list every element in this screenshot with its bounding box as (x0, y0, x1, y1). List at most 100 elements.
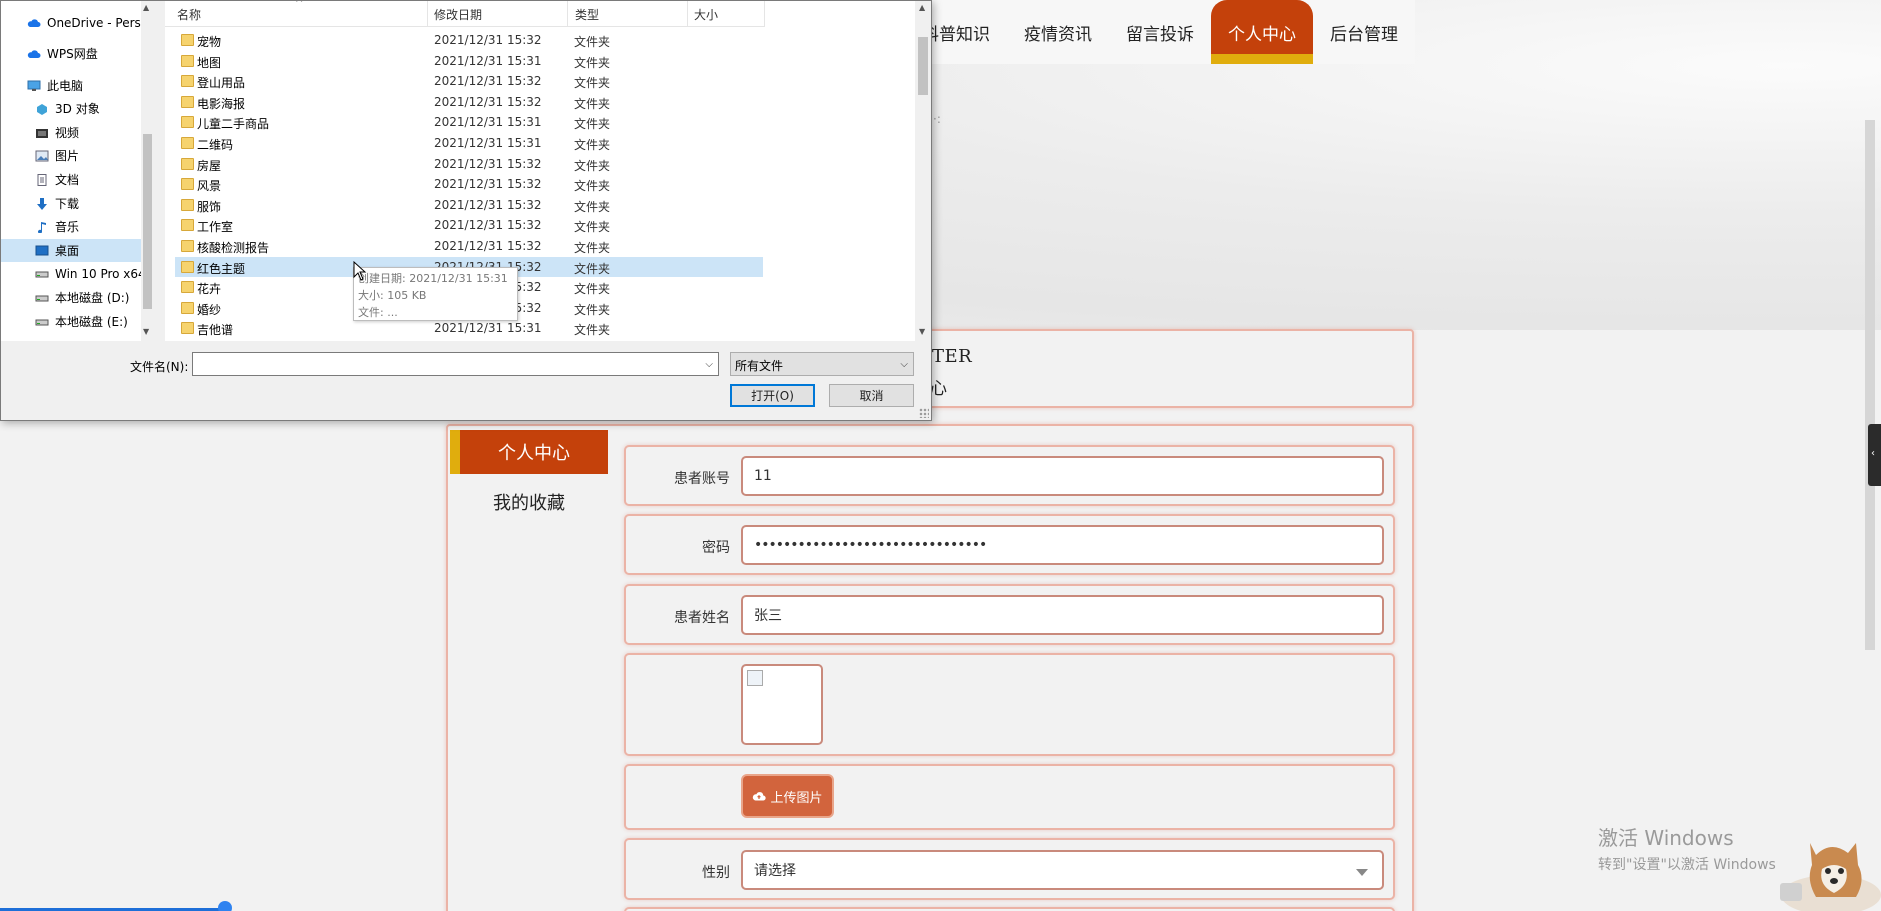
tree-item-label: 3D 对象 (55, 102, 100, 116)
dog-mascot-icon (1780, 843, 1881, 911)
file-date: 2021/12/31 15:32 (434, 156, 542, 171)
tree-item-label: 此电脑 (47, 79, 84, 93)
filename-input[interactable]: ⌵ (192, 352, 719, 376)
file-type: 文件夹 (574, 96, 611, 111)
scroll-up-icon[interactable]: ▲ (919, 3, 925, 12)
chevron-down-icon[interactable]: ⌵ (705, 359, 713, 370)
filetype-select[interactable]: 所有文件 ⌵ (730, 352, 914, 376)
tree-item[interactable]: 本地磁盘 (E:) (1, 310, 141, 333)
mouse-cursor-icon (353, 261, 367, 281)
activation-title: 激活 Windows (1598, 826, 1734, 850)
tree-item[interactable]: 图片 (1, 144, 141, 167)
tree-item[interactable]: 视频 (1, 121, 141, 144)
sidemenu-personal-center[interactable]: 个人中心 (450, 430, 608, 474)
nav-admin[interactable]: 后台管理 (1313, 0, 1415, 64)
file-tooltip: 创建日期: 2021/12/31 15:31 大小: 105 KB 文件: ..… (353, 267, 518, 321)
file-list-scrollbar[interactable]: ▲ ▼ (915, 1, 931, 341)
tree-item[interactable]: 3D 对象 (1, 97, 141, 120)
tree-item[interactable]: 桌面 (1, 239, 141, 262)
tree-item[interactable]: 此电脑 (1, 74, 141, 97)
file-row[interactable]: 儿童二手商品 2021/12/31 15:31 文件夹 (175, 112, 763, 132)
file-row[interactable]: 服饰 2021/12/31 15:32 文件夹 (175, 195, 763, 215)
file-row[interactable]: 风景 2021/12/31 15:32 文件夹 (175, 174, 763, 194)
tree-item-label: Win 10 Pro x64 (55, 266, 146, 281)
resize-grip-icon[interactable] (919, 408, 929, 418)
file-row[interactable]: 电影海报 2021/12/31 15:32 文件夹 (175, 92, 763, 112)
column-type[interactable]: 类型 (575, 6, 599, 23)
file-row[interactable]: 吉他谱 2021/12/31 15:31 文件夹 (175, 318, 763, 338)
tree-scroll-thumb[interactable] (143, 134, 152, 309)
file-type: 文件夹 (574, 76, 611, 91)
folder-icon (181, 301, 194, 314)
column-modified[interactable]: 修改日期 (434, 6, 482, 23)
file-name: 电影海报 (197, 96, 246, 111)
page-scrollbar[interactable] (1865, 120, 1875, 650)
tree-item-label: 视频 (55, 126, 80, 140)
file-date: 2021/12/31 15:32 (434, 177, 542, 192)
tree-item[interactable]: Win 10 Pro x64 (1, 262, 146, 285)
sidemenu-favorites[interactable]: 我的收藏 (450, 480, 608, 524)
open-button[interactable]: 打开(O) (730, 384, 815, 407)
file-type: 文件夹 (574, 241, 611, 255)
tree-item-label: 本地磁盘 (D:) (55, 291, 130, 305)
tree-item[interactable]: 下载 (1, 192, 141, 215)
account-input[interactable]: 11 (741, 456, 1384, 496)
folder-icon (181, 178, 194, 191)
form-row-upload: 上传图片 (624, 764, 1395, 830)
nav-epidemic-news[interactable]: 疫情资讯 (1007, 0, 1109, 64)
picture-icon (35, 150, 49, 162)
download-icon (35, 197, 49, 210)
tree-scrollbar[interactable]: ▲ ▼ (141, 1, 154, 341)
form-row-next (624, 907, 1395, 911)
scroll-down-icon[interactable]: ▼ (143, 327, 149, 336)
gender-select[interactable]: 请选择 (741, 850, 1384, 890)
sort-caret-icon: ^ (295, 1, 304, 9)
cancel-button[interactable]: 取消 (829, 384, 914, 407)
upload-image-button[interactable]: 上传图片 (741, 774, 834, 818)
file-row[interactable]: 二维码 2021/12/31 15:31 文件夹 (175, 133, 763, 153)
nav-personal-center[interactable]: 个人中心 (1211, 0, 1313, 64)
file-name: 吉他谱 (197, 323, 234, 338)
desktop-icon (35, 245, 49, 257)
tree-item[interactable]: 文档 (1, 168, 141, 191)
file-type: 文件夹 (574, 55, 611, 70)
folder-icon (181, 34, 194, 46)
file-row[interactable]: 工作室 2021/12/31 15:32 文件夹 (175, 215, 763, 235)
file-row[interactable]: 房屋 2021/12/31 15:32 文件夹 (175, 154, 763, 174)
file-date: 2021/12/31 15:32 (434, 197, 542, 212)
side-drawer-tab[interactable]: ‹ (1868, 424, 1881, 486)
folder-icon (181, 54, 194, 67)
file-row[interactable]: 核酸检测报告 2021/12/31 15:32 文件夹 (175, 236, 763, 256)
tooltip-created: 创建日期: 2021/12/31 15:31 (358, 272, 508, 285)
tree-item[interactable]: WPS网盘 (1, 42, 141, 65)
file-type: 文件夹 (574, 138, 611, 152)
tree-item-label: 本地磁盘 (E:) (55, 315, 128, 329)
tree-item-label: WPS网盘 (47, 47, 98, 61)
scroll-up-icon[interactable]: ▲ (143, 3, 149, 12)
progress-handle[interactable] (218, 901, 232, 911)
tree-item[interactable]: 音乐 (1, 215, 141, 238)
file-row[interactable]: 登山用品 2021/12/31 15:32 文件夹 (175, 71, 763, 91)
tree-item-label: 桌面 (55, 244, 80, 258)
file-list-scroll-thumb[interactable] (918, 37, 928, 95)
folder-icon (181, 198, 194, 211)
form-row-password: 密码 •••••••••••••••••••••••••••••••• (624, 514, 1395, 575)
hero-mark: ·: (933, 112, 941, 126)
password-input[interactable]: •••••••••••••••••••••••••••••••• (741, 525, 1384, 565)
tooltip-files: 文件: ... (358, 306, 398, 319)
filetype-value: 所有文件 (735, 359, 784, 373)
column-size[interactable]: 大小 (694, 6, 718, 23)
folder-icon (181, 260, 194, 273)
folder-icon (181, 137, 194, 149)
navigation-tree: OneDrive - Perso WPS网盘此电脑 3D 对象视频图片 文档 下载 音乐桌… (1, 1, 154, 341)
scroll-down-icon[interactable]: ▼ (919, 327, 925, 336)
tree-item[interactable]: 本地磁盘 (D:) (1, 286, 141, 309)
video-icon (35, 127, 49, 139)
tree-item[interactable]: OneDrive - Perso (1, 11, 148, 34)
name-input[interactable]: 张三 (741, 595, 1384, 635)
nav-feedback[interactable]: 留言投诉 (1109, 0, 1211, 64)
file-row[interactable]: 宠物 2021/12/31 15:32 文件夹 (175, 30, 763, 50)
column-name[interactable]: 名称 (177, 6, 201, 23)
file-row[interactable]: 地图 2021/12/31 15:31 文件夹 (175, 51, 763, 71)
folder-icon (181, 322, 194, 335)
